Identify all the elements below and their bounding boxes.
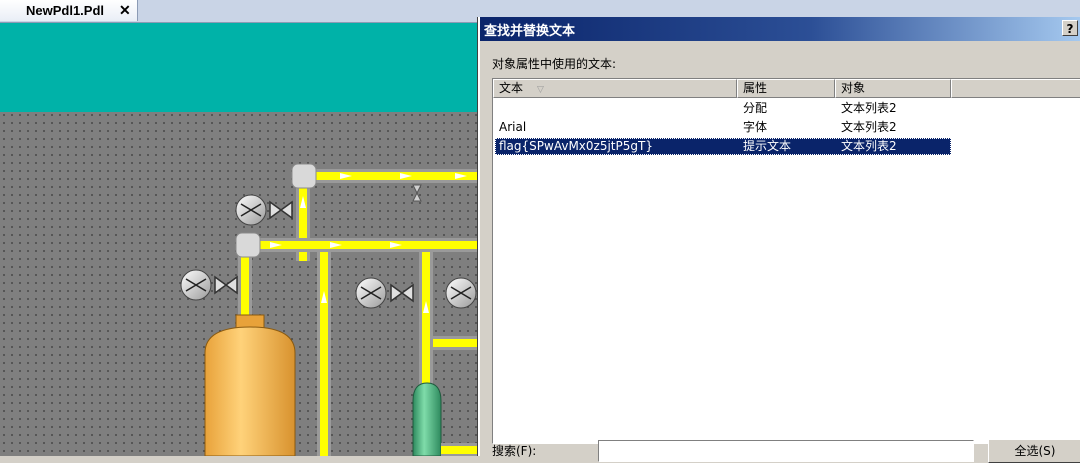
pipe-elbow xyxy=(291,163,317,189)
cell-property: 字体 xyxy=(743,120,768,134)
table-row-selected[interactable]: flag{SPwAvMx0z5jtP5gT} 提示文本 文本列表2 xyxy=(495,138,951,155)
column-header-object[interactable]: 对象 xyxy=(835,79,951,98)
pipe-middle[interactable] xyxy=(238,238,478,318)
cell-object: 文本列表2 xyxy=(841,101,897,115)
valve-icon[interactable] xyxy=(269,200,293,220)
valve-icon[interactable] xyxy=(412,184,422,202)
cell-object: 文本列表2 xyxy=(841,139,897,153)
pipe-elbow xyxy=(235,232,261,258)
tab-label: NewPdl1.Pdl xyxy=(26,3,105,18)
pump-icon[interactable] xyxy=(235,194,267,226)
cell-object: 文本列表2 xyxy=(841,120,897,134)
search-input[interactable] xyxy=(598,440,974,462)
column-label: 文本 xyxy=(499,81,524,95)
pump-icon[interactable] xyxy=(445,277,477,309)
column-label: 属性 xyxy=(743,81,768,95)
select-all-button[interactable]: 全选(S) xyxy=(988,439,1080,463)
find-replace-dialog: 查找并替换文本 ? 对象属性中使用的文本: 文本 ▽ 属性 对象 分配 文本列表2… xyxy=(478,17,1080,463)
valve-icon[interactable] xyxy=(390,283,414,303)
close-icon[interactable]: ✕ xyxy=(119,0,131,21)
cell-property: 分配 xyxy=(743,101,768,115)
vessel[interactable] xyxy=(412,382,442,456)
help-icon[interactable]: ? xyxy=(1062,20,1078,36)
search-label: 搜索(F): xyxy=(492,444,537,458)
valve-icon[interactable] xyxy=(214,275,238,295)
cell-property: 提示文本 xyxy=(743,139,792,153)
dialog-title: 查找并替换文本 xyxy=(484,24,576,39)
tab-newpdl1[interactable]: NewPdl1.Pdl ✕ xyxy=(0,0,138,21)
graphics-canvas[interactable] xyxy=(0,23,478,456)
cell-text: flag{SPwAvMx0z5jtP5gT} xyxy=(499,139,653,153)
object-text-label: 对象属性中使用的文本: xyxy=(492,57,617,71)
text-list[interactable]: 文本 ▽ 属性 对象 分配 文本列表2 Arial 字体 文本列表2 flag{S… xyxy=(492,78,1080,444)
process-diagram xyxy=(180,163,478,456)
column-header-empty xyxy=(951,79,1080,98)
sort-icon: ▽ xyxy=(537,85,544,95)
dialog-titlebar[interactable]: 查找并替换文本 ? xyxy=(480,17,1080,41)
cell-text: Arial xyxy=(499,120,527,134)
table-row[interactable]: 分配 文本列表2 xyxy=(495,100,951,117)
tank[interactable] xyxy=(204,314,296,456)
column-header-text[interactable]: 文本 ▽ xyxy=(493,79,737,98)
pump-icon[interactable] xyxy=(355,277,387,309)
table-row[interactable]: Arial 字体 文本列表2 xyxy=(495,119,951,136)
column-header-property[interactable]: 属性 xyxy=(737,79,835,98)
pump-icon[interactable] xyxy=(180,269,212,301)
column-label: 对象 xyxy=(841,81,866,95)
